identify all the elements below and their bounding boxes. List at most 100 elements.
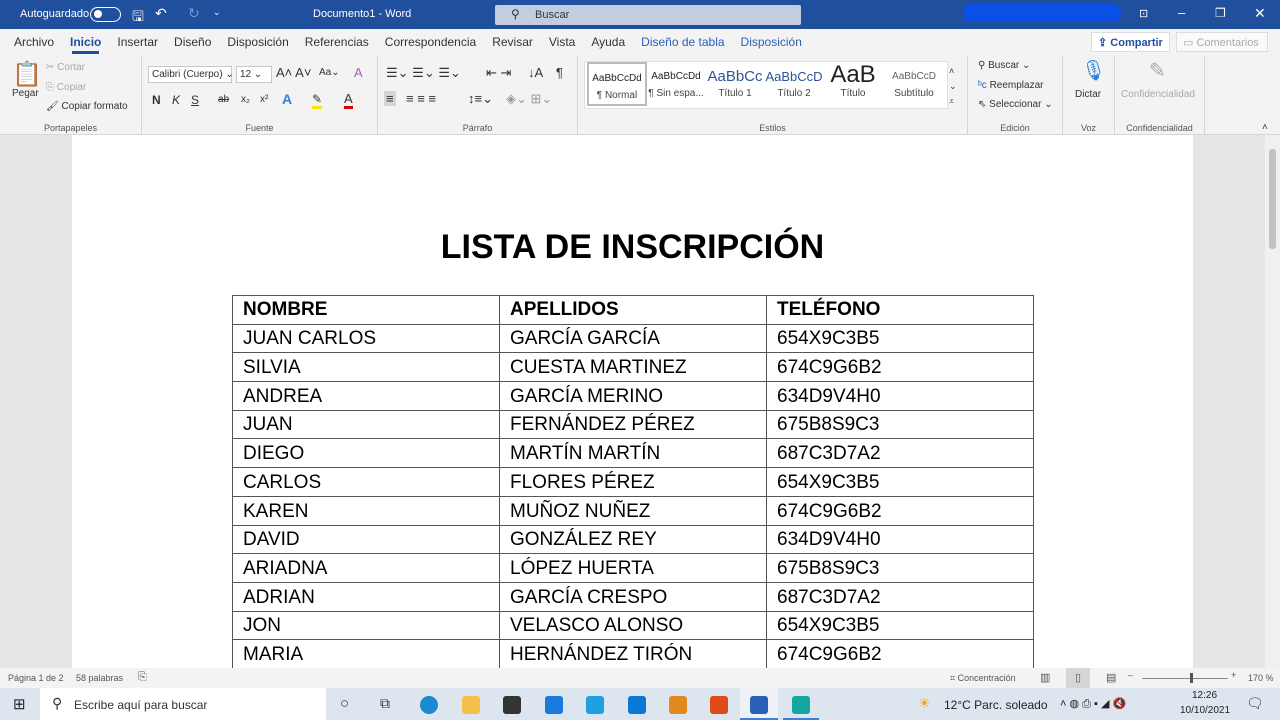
surname-cell[interactable]: CUESTA MARTINEZ [499,352,767,383]
zoom-level[interactable]: 170 % [1248,673,1274,683]
phone-cell[interactable]: 674C9G6B2 [766,495,1034,526]
font-size-select[interactable]: 12 ⌄ [236,66,272,83]
paste-icon[interactable]: 📋 [12,60,42,89]
registration-table[interactable]: NOMBRE APELLIDOS TELÉFONO JUAN CARLOS GAR… [232,295,1034,669]
windows-start-icon[interactable]: ⊞ [13,695,26,713]
read-mode-icon[interactable]: ▥ [1040,671,1050,684]
clear-format-icon[interactable]: A [354,65,363,80]
shading-icon[interactable]: ◈⌄ ⊞⌄ [506,91,552,107]
italic-button[interactable]: K [172,93,180,107]
font-color-icon[interactable]: A [344,91,353,109]
zoom-slider[interactable]: – + [1128,670,1240,684]
notifications-icon[interactable]: 🗨 [1246,695,1264,712]
customize-qat-icon[interactable]: ⌄ [213,7,221,18]
office-icon[interactable] [710,696,728,714]
proofing-icon[interactable]: ⎘ [138,671,147,684]
word-count[interactable]: 58 palabras [76,673,123,683]
style-normal[interactable]: AaBbCcDd ¶ Normal [587,62,647,106]
header-cell[interactable]: APELLIDOS [499,295,767,325]
bold-button[interactable]: N [152,93,161,107]
tray-icons[interactable]: ˄ ◍ ⎙ ▪ ◢ 🔇 [1060,697,1126,711]
dictate-button[interactable]: Dictar [1075,89,1101,100]
undo-icon[interactable]: ↶ [155,5,167,22]
change-case-icon[interactable]: Aa⌄ [319,67,340,78]
replace-button[interactable]: ᵇc Reemplazar [978,80,1043,91]
clock-time[interactable]: 12:26 [1192,690,1217,701]
strikethrough-icon[interactable]: ab [218,94,229,105]
scroll-thumb[interactable] [1269,149,1276,249]
name-cell[interactable]: JON [232,610,500,641]
select-button[interactable]: ⇖ Seleccionar ⌄ [978,99,1053,110]
save-icon[interactable]: 🖫 [132,6,144,30]
line-spacing-icon[interactable]: ↕≡⌄ [468,91,493,107]
phone-cell[interactable]: 687C3D7A2 [766,581,1034,612]
cut-button[interactable]: ✂ Cortar [46,62,85,73]
paste-button[interactable]: Pegar [12,88,39,99]
taskbar-app[interactable] [783,688,819,720]
sort-icon[interactable]: ↓A [528,65,543,80]
phone-cell[interactable]: 674C9G6B2 [766,352,1034,383]
tab-referencias[interactable]: Referencias [297,29,377,56]
microphone-icon[interactable]: 🎙 [1081,58,1106,83]
app-l-icon[interactable] [586,696,604,714]
highlight-icon[interactable]: ✎ [312,92,323,109]
tab-diseno-tabla[interactable]: Diseño de tabla [633,29,732,56]
phone-cell[interactable]: 634D9V4H0 [766,381,1034,411]
name-cell[interactable]: CARLOS [232,467,500,497]
name-cell[interactable]: KAREN [232,495,500,526]
name-cell[interactable]: ARIADNA [232,553,500,583]
indent-icons[interactable]: ⇤ ⇥ [486,65,511,81]
phone-cell[interactable]: 634D9V4H0 [766,524,1034,555]
tab-ayuda[interactable]: Ayuda [583,29,633,56]
align-left-icon[interactable]: ≡ [384,91,396,106]
phone-cell[interactable]: 654X9C3B5 [766,323,1034,354]
phone-cell[interactable]: 654X9C3B5 [766,467,1034,497]
header-cell[interactable]: TELÉFONO [766,295,1034,325]
surname-cell[interactable]: MUÑOZ NUÑEZ [499,495,767,526]
pilcrow-icon[interactable]: ¶ [556,65,563,80]
phone-cell[interactable]: 675B8S9C3 [766,553,1034,583]
print-layout-icon[interactable]: ▯ [1066,668,1090,688]
style-title[interactable]: AaB Título [823,62,883,106]
style-subtitle[interactable]: AaBbCcD Subtítulo [884,62,944,106]
surname-cell[interactable]: VELASCO ALONSO [499,610,767,641]
weather-icon[interactable]: ☀ [918,695,931,712]
tab-inicio[interactable]: Inicio [62,29,109,56]
phone-cell[interactable]: 674C9G6B2 [766,639,1034,669]
surname-cell[interactable]: HERNÁNDEZ TIRÓN [499,639,767,669]
surname-cell[interactable]: GONZÁLEZ REY [499,524,767,555]
tab-diseno[interactable]: Diseño [166,29,219,56]
file-explorer-icon[interactable] [462,696,480,714]
tab-correspondencia[interactable]: Correspondencia [377,29,484,56]
focus-button[interactable]: ⌗ Concentración [950,673,1016,684]
restore-icon[interactable]: ❐ [1215,6,1226,20]
tab-insertar[interactable]: Insertar [109,29,166,56]
font-name-select[interactable]: Calibri (Cuerpo) ⌄ [148,66,234,83]
app-orange-icon[interactable] [669,696,687,714]
tab-archivo[interactable]: Archivo [6,29,62,56]
copy-button[interactable]: ⎘ Copiar [46,82,86,93]
header-cell[interactable]: NOMBRE [232,295,500,325]
search-box[interactable]: ⚲ Buscar [495,5,801,25]
name-cell[interactable]: DIEGO [232,438,500,469]
account-area[interactable] [963,4,1121,22]
store-icon[interactable] [503,696,521,714]
surname-cell[interactable]: MARTÍN MARTÍN [499,438,767,469]
format-painter-button[interactable]: 🖌 Copiar formato [46,101,128,112]
minimize-icon[interactable]: – [1178,5,1185,20]
mail-icon[interactable] [545,696,563,714]
taskbar-search[interactable]: ⚲ Escribe aquí para buscar [40,688,326,720]
surname-cell[interactable]: FERNÁNDEZ PÉREZ [499,409,767,440]
style-heading2[interactable]: AaBbCcD Título 2 [764,62,824,106]
name-cell[interactable]: SILVIA [232,352,500,383]
tab-revisar[interactable]: Revisar [484,29,541,56]
surname-cell[interactable]: LÓPEZ HUERTA [499,553,767,583]
surname-cell[interactable]: GARCÍA GARCÍA [499,323,767,354]
find-button[interactable]: ⚲ Buscar ⌄ [978,60,1030,71]
name-cell[interactable]: ADRIAN [232,581,500,612]
superscript-icon[interactable]: x² [260,94,268,105]
align-buttons[interactable]: ≡ ≡ ≡ [406,91,436,106]
bullets-icon[interactable]: ☰⌄ ☰⌄ ☰⌄ [386,65,461,81]
phone-cell[interactable]: 687C3D7A2 [766,438,1034,469]
phone-cell[interactable]: 654X9C3B5 [766,610,1034,641]
